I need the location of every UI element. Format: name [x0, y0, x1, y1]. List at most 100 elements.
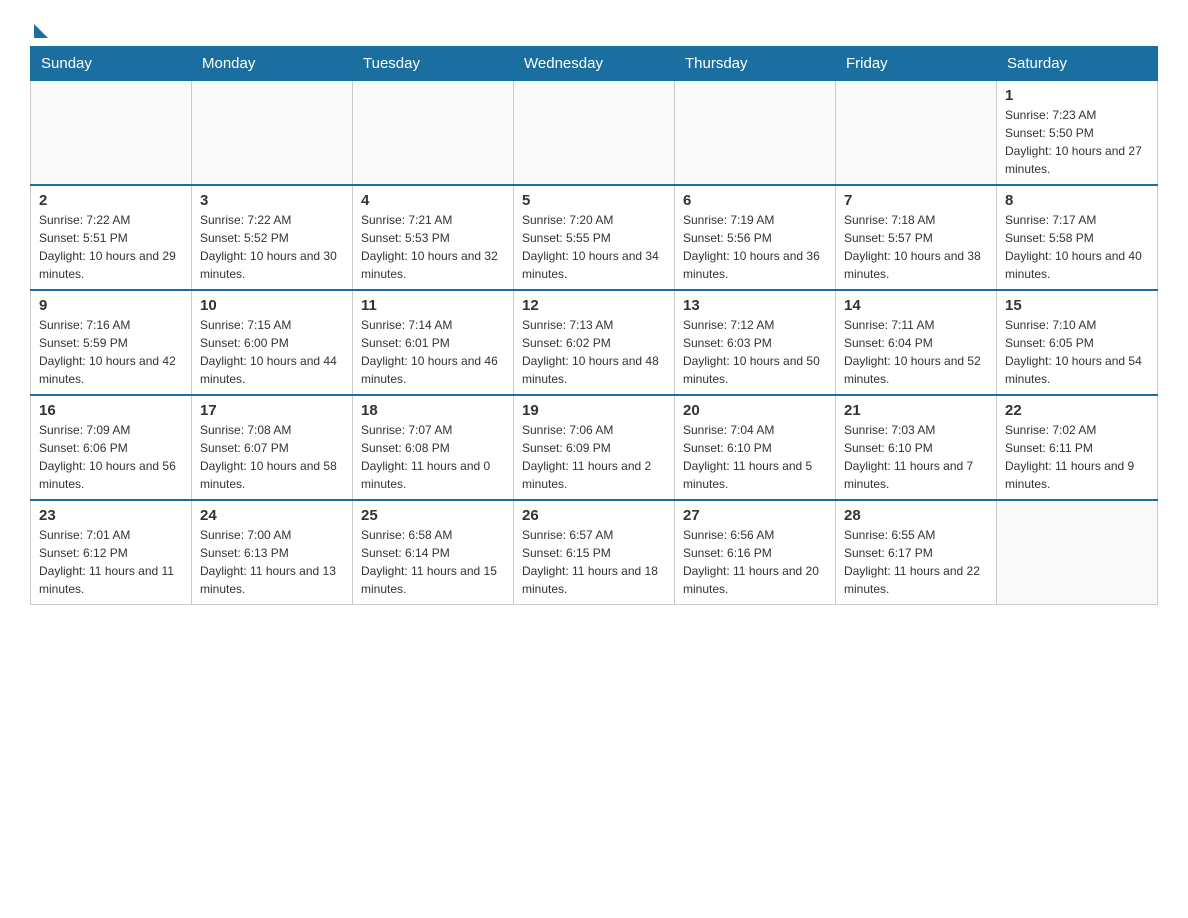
calendar-cell: 27 Sunrise: 6:56 AMSunset: 6:16 PMDayligh… — [675, 500, 836, 605]
day-number: 3 — [200, 192, 344, 209]
calendar-cell: 26 Sunrise: 6:57 AMSunset: 6:15 PMDayligh… — [514, 500, 675, 605]
day-number: 23 — [39, 507, 183, 524]
day-number: 17 — [200, 402, 344, 419]
calendar-cell: 25 Sunrise: 6:58 AMSunset: 6:14 PMDayligh… — [353, 500, 514, 605]
weekday-header-sunday: Sunday — [31, 47, 192, 81]
calendar-cell: 7 Sunrise: 7:18 AMSunset: 5:57 PMDaylight… — [836, 185, 997, 290]
day-info: Sunrise: 7:03 AMSunset: 6:10 PMDaylight:… — [844, 421, 988, 493]
day-info: Sunrise: 6:57 AMSunset: 6:15 PMDaylight:… — [522, 526, 666, 598]
calendar-cell: 14 Sunrise: 7:11 AMSunset: 6:04 PMDayligh… — [836, 290, 997, 395]
weekday-header-thursday: Thursday — [675, 47, 836, 81]
logo — [30, 20, 48, 36]
day-number: 2 — [39, 192, 183, 209]
day-number: 16 — [39, 402, 183, 419]
day-number: 18 — [361, 402, 505, 419]
day-info: Sunrise: 7:18 AMSunset: 5:57 PMDaylight:… — [844, 211, 988, 283]
calendar-cell: 22 Sunrise: 7:02 AMSunset: 6:11 PMDayligh… — [997, 395, 1158, 500]
calendar-cell: 19 Sunrise: 7:06 AMSunset: 6:09 PMDayligh… — [514, 395, 675, 500]
calendar-cell: 8 Sunrise: 7:17 AMSunset: 5:58 PMDaylight… — [997, 185, 1158, 290]
day-number: 9 — [39, 297, 183, 314]
day-number: 21 — [844, 402, 988, 419]
day-number: 7 — [844, 192, 988, 209]
day-info: Sunrise: 7:08 AMSunset: 6:07 PMDaylight:… — [200, 421, 344, 493]
day-info: Sunrise: 7:22 AMSunset: 5:52 PMDaylight:… — [200, 211, 344, 283]
day-info: Sunrise: 7:02 AMSunset: 6:11 PMDaylight:… — [1005, 421, 1149, 493]
calendar-cell: 13 Sunrise: 7:12 AMSunset: 6:03 PMDayligh… — [675, 290, 836, 395]
day-info: Sunrise: 7:22 AMSunset: 5:51 PMDaylight:… — [39, 211, 183, 283]
day-info: Sunrise: 7:20 AMSunset: 5:55 PMDaylight:… — [522, 211, 666, 283]
day-info: Sunrise: 7:10 AMSunset: 6:05 PMDaylight:… — [1005, 316, 1149, 388]
day-number: 8 — [1005, 192, 1149, 209]
day-number: 15 — [1005, 297, 1149, 314]
day-number: 13 — [683, 297, 827, 314]
day-info: Sunrise: 7:21 AMSunset: 5:53 PMDaylight:… — [361, 211, 505, 283]
calendar-cell: 24 Sunrise: 7:00 AMSunset: 6:13 PMDayligh… — [192, 500, 353, 605]
day-number: 1 — [1005, 87, 1149, 104]
calendar-cell: 17 Sunrise: 7:08 AMSunset: 6:07 PMDayligh… — [192, 395, 353, 500]
day-info: Sunrise: 7:12 AMSunset: 6:03 PMDaylight:… — [683, 316, 827, 388]
day-info: Sunrise: 7:16 AMSunset: 5:59 PMDaylight:… — [39, 316, 183, 388]
day-info: Sunrise: 7:13 AMSunset: 6:02 PMDaylight:… — [522, 316, 666, 388]
calendar-cell — [514, 81, 675, 186]
calendar-cell: 20Sunrise: 7:04 AMSunset: 6:10 PMDayligh… — [675, 395, 836, 500]
calendar-cell: 12 Sunrise: 7:13 AMSunset: 6:02 PMDayligh… — [514, 290, 675, 395]
day-number: 24 — [200, 507, 344, 524]
day-info: Sunrise: 7:00 AMSunset: 6:13 PMDaylight:… — [200, 526, 344, 598]
calendar-cell — [192, 81, 353, 186]
day-number: 11 — [361, 297, 505, 314]
day-info: Sunrise: 7:17 AMSunset: 5:58 PMDaylight:… — [1005, 211, 1149, 283]
day-number: 20 — [683, 402, 827, 419]
day-info: Sunrise: 6:55 AMSunset: 6:17 PMDaylight:… — [844, 526, 988, 598]
day-number: 22 — [1005, 402, 1149, 419]
day-info: Sunrise: 6:58 AMSunset: 6:14 PMDaylight:… — [361, 526, 505, 598]
calendar-cell: 15 Sunrise: 7:10 AMSunset: 6:05 PMDayligh… — [997, 290, 1158, 395]
weekday-header-tuesday: Tuesday — [353, 47, 514, 81]
day-number: 10 — [200, 297, 344, 314]
weekday-header-monday: Monday — [192, 47, 353, 81]
calendar-cell: 6 Sunrise: 7:19 AMSunset: 5:56 PMDaylight… — [675, 185, 836, 290]
day-info: Sunrise: 7:19 AMSunset: 5:56 PMDaylight:… — [683, 211, 827, 283]
calendar-cell: 4 Sunrise: 7:21 AMSunset: 5:53 PMDaylight… — [353, 185, 514, 290]
calendar-week-row: 2 Sunrise: 7:22 AMSunset: 5:51 PMDaylight… — [31, 185, 1158, 290]
calendar-week-row: 9 Sunrise: 7:16 AMSunset: 5:59 PMDaylight… — [31, 290, 1158, 395]
calendar-cell: 9 Sunrise: 7:16 AMSunset: 5:59 PMDaylight… — [31, 290, 192, 395]
day-number: 6 — [683, 192, 827, 209]
day-number: 19 — [522, 402, 666, 419]
calendar-cell: 28 Sunrise: 6:55 AMSunset: 6:17 PMDayligh… — [836, 500, 997, 605]
calendar-cell: 5 Sunrise: 7:20 AMSunset: 5:55 PMDaylight… — [514, 185, 675, 290]
day-number: 28 — [844, 507, 988, 524]
day-info: Sunrise: 7:06 AMSunset: 6:09 PMDaylight:… — [522, 421, 666, 493]
calendar-cell: 1 Sunrise: 7:23 AMSunset: 5:50 PMDaylight… — [997, 81, 1158, 186]
calendar-cell: 23 Sunrise: 7:01 AMSunset: 6:12 PMDayligh… — [31, 500, 192, 605]
calendar-table: SundayMondayTuesdayWednesdayThursdayFrid… — [30, 46, 1158, 605]
day-number: 26 — [522, 507, 666, 524]
day-info: Sunrise: 6:56 AMSunset: 6:16 PMDaylight:… — [683, 526, 827, 598]
day-number: 5 — [522, 192, 666, 209]
calendar-cell: 21 Sunrise: 7:03 AMSunset: 6:10 PMDayligh… — [836, 395, 997, 500]
day-number: 25 — [361, 507, 505, 524]
day-number: 14 — [844, 297, 988, 314]
weekday-header-wednesday: Wednesday — [514, 47, 675, 81]
calendar-cell: 16 Sunrise: 7:09 AMSunset: 6:06 PMDayligh… — [31, 395, 192, 500]
calendar-cell — [675, 81, 836, 186]
calendar-header-row: SundayMondayTuesdayWednesdayThursdayFrid… — [31, 47, 1158, 81]
day-info: Sunrise: 7:14 AMSunset: 6:01 PMDaylight:… — [361, 316, 505, 388]
day-number: 4 — [361, 192, 505, 209]
calendar-cell: 2 Sunrise: 7:22 AMSunset: 5:51 PMDaylight… — [31, 185, 192, 290]
day-info: Sunrise: 7:01 AMSunset: 6:12 PMDaylight:… — [39, 526, 183, 598]
day-info: Sunrise: 7:11 AMSunset: 6:04 PMDaylight:… — [844, 316, 988, 388]
day-number: 12 — [522, 297, 666, 314]
day-info: Sunrise: 7:23 AMSunset: 5:50 PMDaylight:… — [1005, 106, 1149, 178]
page-header — [30, 20, 1158, 36]
weekday-header-saturday: Saturday — [997, 47, 1158, 81]
calendar-cell: 3 Sunrise: 7:22 AMSunset: 5:52 PMDaylight… — [192, 185, 353, 290]
day-info: Sunrise: 7:07 AMSunset: 6:08 PMDaylight:… — [361, 421, 505, 493]
calendar-cell — [836, 81, 997, 186]
day-info: Sunrise: 7:15 AMSunset: 6:00 PMDaylight:… — [200, 316, 344, 388]
calendar-week-row: 1 Sunrise: 7:23 AMSunset: 5:50 PMDaylight… — [31, 81, 1158, 186]
calendar-cell: 18 Sunrise: 7:07 AMSunset: 6:08 PMDayligh… — [353, 395, 514, 500]
day-info: Sunrise: 7:09 AMSunset: 6:06 PMDaylight:… — [39, 421, 183, 493]
logo-arrow-icon — [34, 24, 48, 38]
day-number: 27 — [683, 507, 827, 524]
calendar-cell: 10 Sunrise: 7:15 AMSunset: 6:00 PMDayligh… — [192, 290, 353, 395]
